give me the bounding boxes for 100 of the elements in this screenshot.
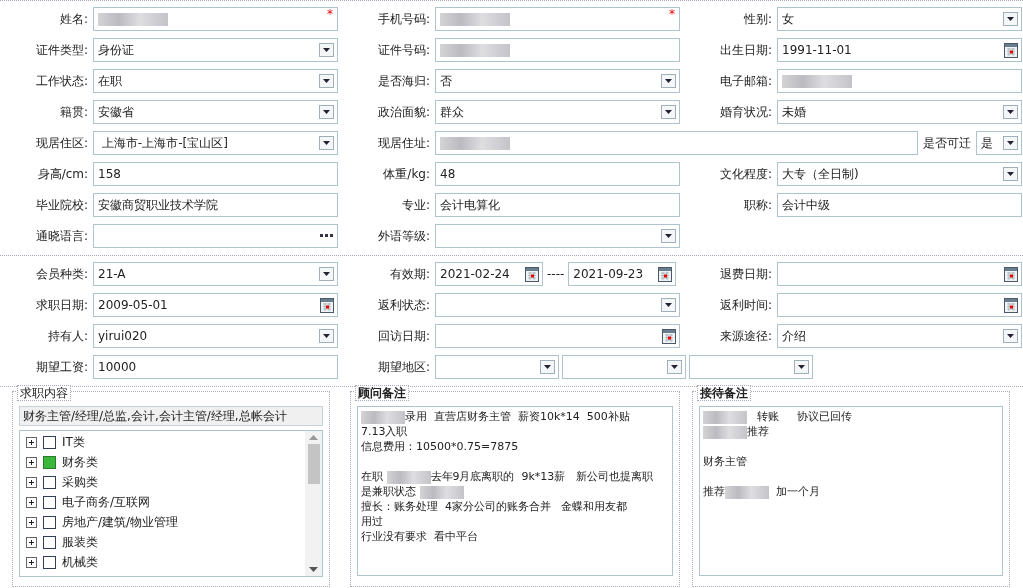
more-icon[interactable]: [320, 234, 334, 238]
dropdown-button[interactable]: [661, 105, 676, 119]
calendar-icon[interactable]: [1004, 266, 1018, 282]
expand-icon[interactable]: [26, 516, 37, 528]
select-field[interactable]: [562, 355, 686, 379]
checkbox[interactable]: [43, 455, 56, 469]
dropdown-button[interactable]: [540, 360, 555, 374]
text-field[interactable]: 会计电算化: [435, 193, 680, 217]
field-value: 群众: [440, 104, 465, 121]
field-label: 回访日期:: [376, 328, 430, 345]
text-field[interactable]: [435, 131, 918, 155]
date-field[interactable]: 2021-09-23: [568, 262, 677, 286]
dropdown-button[interactable]: [661, 229, 676, 243]
checkbox[interactable]: [43, 435, 56, 449]
calendar-icon[interactable]: [320, 297, 334, 313]
caret-icon: [671, 365, 678, 369]
field-label: 证件类型:: [34, 42, 88, 59]
text-field[interactable]: 会计中级: [777, 193, 1022, 217]
scroll-thumb[interactable]: [307, 444, 320, 484]
note-text: 7.13入职: [361, 425, 408, 438]
note-text: 推荐: [703, 485, 725, 498]
notes-field[interactable]: 录用 直营店财务主管 薪资10k*14 500补贴 7.13入职 信息费用：10500*0.75=7875 在职 去年9月底离职的 9k*13薪 新公司也提离职 是兼职状态 擅长：账务处理 4家分公司的账务合并 金蝶和用友都 用过 行业没有要求 看中平台: [357, 406, 673, 576]
lookup-field[interactable]: [93, 224, 338, 248]
dropdown-button[interactable]: [1003, 105, 1018, 119]
dropdown-button[interactable]: [1003, 167, 1018, 181]
expand-icon[interactable]: [26, 436, 37, 448]
calendar-icon[interactable]: [1004, 42, 1018, 58]
dropdown-button[interactable]: [1003, 329, 1018, 343]
text-field[interactable]: 10000: [93, 355, 338, 379]
select-field[interactable]: [689, 355, 813, 379]
dropdown-button[interactable]: [319, 267, 334, 281]
scroll-down-icon[interactable]: [309, 567, 318, 572]
select-field[interactable]: 女: [777, 7, 1022, 31]
text-field[interactable]: 158: [93, 162, 338, 186]
text-field[interactable]: [777, 69, 1022, 93]
tree-item-label: 机械类: [62, 554, 98, 571]
select-field[interactable]: 介绍: [777, 324, 1022, 348]
date-field[interactable]: [435, 324, 680, 348]
dropdown-button[interactable]: [319, 43, 334, 57]
select-field[interactable]: 未婚: [777, 100, 1022, 124]
dropdown-button[interactable]: [319, 136, 334, 150]
caret-icon: [665, 234, 672, 238]
dropdown-button[interactable]: [661, 298, 676, 312]
select-field[interactable]: yirui020: [93, 324, 338, 348]
date-field[interactable]: [777, 293, 1022, 317]
expand-icon[interactable]: [26, 496, 37, 508]
expand-icon[interactable]: [26, 556, 37, 568]
field-label: 退费日期:: [718, 266, 772, 283]
select-field[interactable]: 上海市-上海市-[宝山区]: [93, 131, 338, 155]
field-label: 手机号码:: [376, 11, 430, 28]
summary-field: 财务主管/经理/总监,会计,会计主管/经理,总帐会计: [19, 406, 323, 426]
required-mark: *: [669, 8, 675, 20]
scrollbar[interactable]: [305, 431, 322, 576]
date-field[interactable]: 2021-02-24: [435, 262, 543, 286]
dropdown-button[interactable]: [1003, 12, 1018, 26]
calendar-icon[interactable]: [658, 266, 673, 282]
select-field[interactable]: 群众: [435, 100, 680, 124]
caret-icon: [323, 141, 330, 145]
dropdown-button[interactable]: [1003, 136, 1018, 150]
text-field[interactable]: 48: [435, 162, 680, 186]
text-field[interactable]: [435, 38, 680, 62]
text-field[interactable]: 安徽商贸职业技术学院: [93, 193, 338, 217]
dropdown-button[interactable]: [319, 329, 334, 343]
select-field[interactable]: [435, 293, 680, 317]
note-text: 加一个月: [775, 485, 820, 498]
calendar-icon[interactable]: [525, 266, 539, 282]
text-field[interactable]: *: [93, 7, 338, 31]
select-field[interactable]: 否: [435, 69, 680, 93]
calendar-icon[interactable]: [1004, 297, 1018, 313]
dropdown-button[interactable]: [794, 360, 809, 374]
dropdown-button[interactable]: [319, 74, 334, 88]
select-field[interactable]: 安徽省: [93, 100, 338, 124]
select-field[interactable]: 在职: [93, 69, 338, 93]
checkbox[interactable]: [43, 475, 56, 489]
checkbox[interactable]: [43, 515, 56, 529]
notes-field[interactable]: 转账 协议已回传 推荐 财务主管 推荐 加一个月: [699, 406, 1003, 576]
text-field[interactable]: *: [435, 7, 680, 31]
select-field[interactable]: [435, 355, 559, 379]
field-value: 在职: [98, 73, 123, 90]
dropdown-button[interactable]: [661, 74, 676, 88]
field-label: 现居住区:: [34, 135, 88, 152]
calendar-icon[interactable]: [662, 328, 676, 344]
date-field[interactable]: 1991-11-01: [777, 38, 1022, 62]
checkbox[interactable]: [43, 495, 56, 509]
dropdown-button[interactable]: [319, 105, 334, 119]
select-field[interactable]: 是: [976, 131, 1022, 155]
checkbox[interactable]: [43, 535, 56, 549]
select-field[interactable]: 身份证: [93, 38, 338, 62]
expand-icon[interactable]: [26, 456, 37, 468]
date-field[interactable]: 2009-05-01: [93, 293, 338, 317]
select-field[interactable]: 21-A: [93, 262, 338, 286]
expand-icon[interactable]: [26, 536, 37, 548]
date-field[interactable]: [777, 262, 1022, 286]
scroll-up-icon[interactable]: [309, 435, 318, 440]
expand-icon[interactable]: [26, 476, 37, 488]
dropdown-button[interactable]: [667, 360, 682, 374]
select-field[interactable]: 大专（全日制): [777, 162, 1022, 186]
note-text: 用过: [361, 515, 383, 528]
checkbox[interactable]: [43, 555, 56, 569]
select-field[interactable]: [435, 224, 680, 248]
